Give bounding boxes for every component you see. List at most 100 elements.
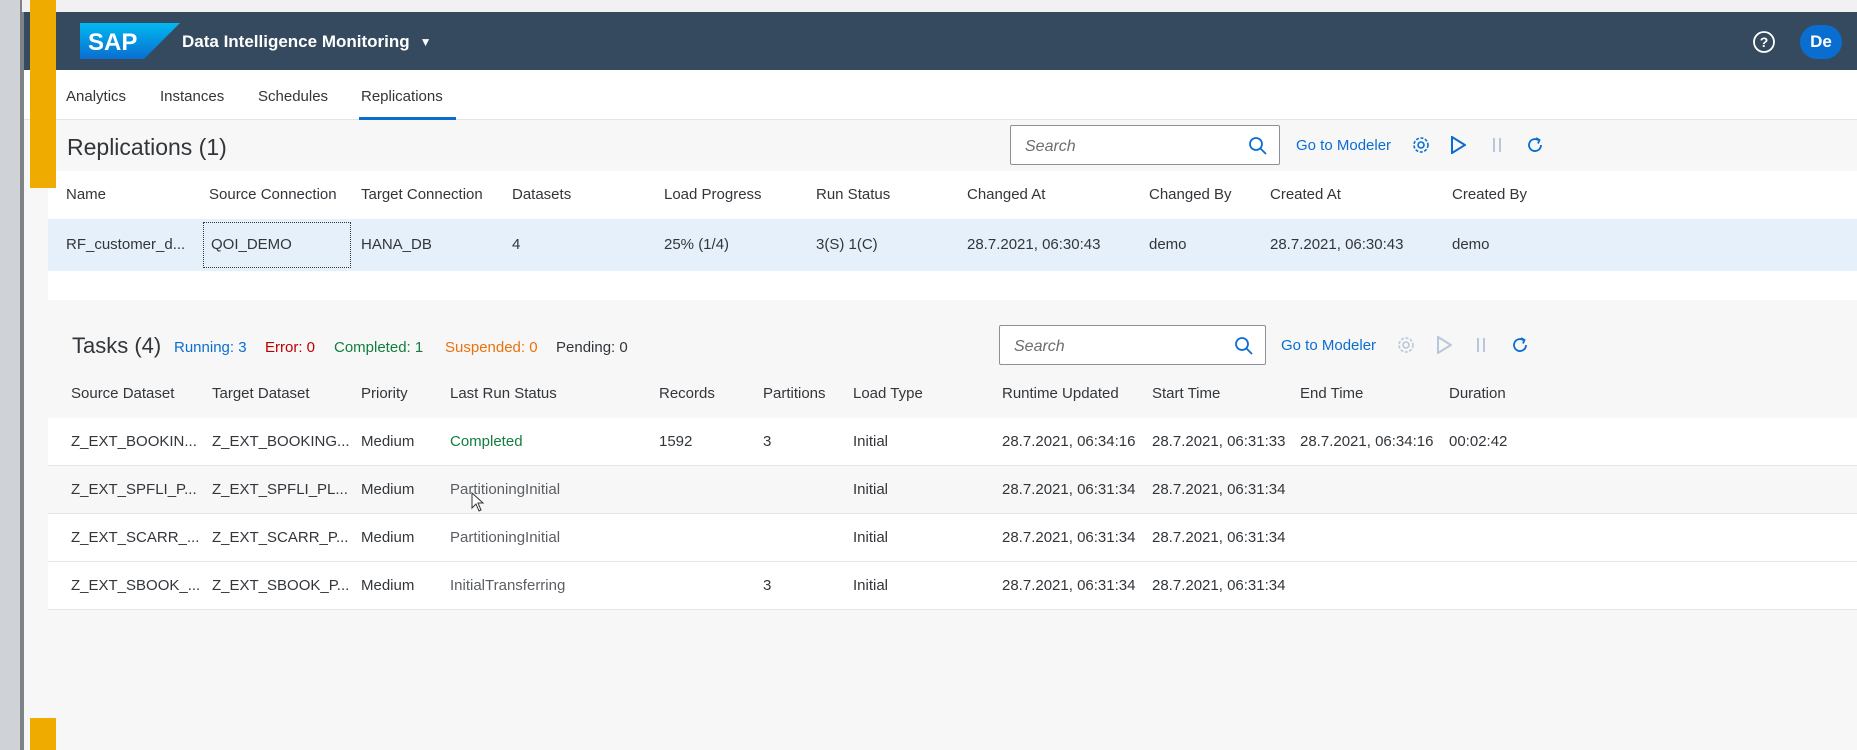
column-header[interactable]: Changed At bbox=[967, 186, 1045, 203]
column-header[interactable]: Source Dataset bbox=[71, 385, 174, 402]
column-header[interactable]: End Time bbox=[1300, 385, 1363, 402]
cell-records[interactable]: 1592 bbox=[659, 433, 692, 450]
cell-duration[interactable]: 00:02:42 bbox=[1449, 433, 1507, 450]
cell-last-run-status[interactable]: Completed bbox=[450, 433, 523, 450]
pause-icon[interactable] bbox=[1469, 333, 1493, 357]
cell-source-dataset[interactable]: Z_EXT_SPFLI_P... bbox=[71, 481, 197, 498]
cell-created-by[interactable]: demo bbox=[1452, 236, 1490, 253]
cell-changed-at[interactable]: 28.7.2021, 06:30:43 bbox=[967, 236, 1100, 253]
cell-source-dataset[interactable]: Z_EXT_SBOOK_... bbox=[71, 577, 200, 594]
settings-gear-icon[interactable] bbox=[1394, 333, 1418, 357]
cell-start-time[interactable]: 28.7.2021, 06:31:34 bbox=[1152, 577, 1285, 594]
column-header[interactable]: Source Connection bbox=[209, 186, 337, 203]
cell-datasets[interactable]: 4 bbox=[512, 236, 520, 253]
table-row[interactable]: Z_EXT_BOOKIN... Z_EXT_BOOKING... Medium … bbox=[48, 418, 1857, 466]
settings-gear-icon[interactable] bbox=[1409, 133, 1433, 157]
tasks-search-input[interactable]: Search bbox=[999, 325, 1266, 365]
column-header[interactable]: Load Progress bbox=[664, 186, 762, 203]
column-header[interactable]: Run Status bbox=[816, 186, 890, 203]
caret-down-icon: ▼ bbox=[419, 35, 432, 49]
cell-name[interactable]: RF_customer_d... bbox=[66, 236, 185, 253]
table-row[interactable]: Z_EXT_SBOOK_... Z_EXT_SBOOK_P... Medium … bbox=[48, 562, 1857, 610]
cell-created-at[interactable]: 28.7.2021, 06:30:43 bbox=[1270, 236, 1403, 253]
play-icon[interactable] bbox=[1432, 333, 1456, 357]
cell-load-type[interactable]: Initial bbox=[853, 577, 888, 594]
column-header[interactable]: Name bbox=[66, 186, 106, 203]
play-icon[interactable] bbox=[1446, 133, 1470, 157]
cell-target-dataset[interactable]: Z_EXT_BOOKING... bbox=[212, 433, 350, 450]
cell-target-dataset[interactable]: Z_EXT_SPFLI_PL... bbox=[212, 481, 348, 498]
cell-start-time[interactable]: 28.7.2021, 06:31:33 bbox=[1152, 433, 1285, 450]
sap-logo-text: SAP bbox=[88, 29, 137, 56]
help-icon[interactable]: ? bbox=[1751, 29, 1777, 55]
cell-last-run-status[interactable]: PartitioningInitial bbox=[450, 529, 560, 546]
cell-runtime-updated[interactable]: 28.7.2021, 06:31:34 bbox=[1002, 529, 1135, 546]
cell-start-time[interactable]: 28.7.2021, 06:31:34 bbox=[1152, 481, 1285, 498]
column-header[interactable]: Changed By bbox=[1149, 186, 1232, 203]
column-header[interactable]: Duration bbox=[1449, 385, 1506, 402]
cell-load-type[interactable]: Initial bbox=[853, 433, 888, 450]
column-header[interactable]: Priority bbox=[361, 385, 408, 402]
refresh-icon[interactable] bbox=[1523, 133, 1547, 157]
cell-target-connection[interactable]: HANA_DB bbox=[361, 236, 432, 253]
column-header[interactable]: Partitions bbox=[763, 385, 826, 402]
tab-schedules[interactable]: Schedules bbox=[258, 88, 328, 105]
cell-last-run-status[interactable]: PartitioningInitial bbox=[450, 481, 560, 498]
column-header[interactable]: Load Type bbox=[853, 385, 923, 402]
column-header[interactable]: Records bbox=[659, 385, 715, 402]
column-header[interactable]: Runtime Updated bbox=[1002, 385, 1119, 402]
tab-analytics[interactable]: Analytics bbox=[66, 88, 126, 105]
table-row[interactable]: RF_customer_d... QOI_DEMO HANA_DB 4 25% … bbox=[48, 219, 1857, 271]
cell-source-connection[interactable]: QOI_DEMO bbox=[203, 222, 351, 268]
pause-icon[interactable] bbox=[1485, 133, 1509, 157]
column-header[interactable]: Target Connection bbox=[361, 186, 483, 203]
table-row[interactable]: Z_EXT_SCARR_... Z_EXT_SCARR_P... Medium … bbox=[48, 514, 1857, 562]
cell-run-status[interactable]: 3(S) 1(C) bbox=[816, 236, 878, 253]
cell-runtime-updated[interactable]: 28.7.2021, 06:34:16 bbox=[1002, 433, 1135, 450]
status-running[interactable]: Running: 3 bbox=[174, 339, 247, 356]
tab-instances[interactable]: Instances bbox=[160, 88, 224, 105]
tasks-toolbar: Tasks (4) Running: 3 Error: 0 Completed:… bbox=[48, 320, 1857, 370]
sap-logo[interactable]: SAP bbox=[80, 23, 180, 59]
column-header[interactable]: Start Time bbox=[1152, 385, 1220, 402]
search-icon[interactable] bbox=[1247, 135, 1269, 157]
status-pending[interactable]: Pending: 0 bbox=[556, 339, 628, 356]
status-suspended[interactable]: Suspended: 0 bbox=[445, 339, 538, 356]
cell-start-time[interactable]: 28.7.2021, 06:31:34 bbox=[1152, 529, 1285, 546]
cell-last-run-status[interactable]: InitialTransferring bbox=[450, 577, 565, 594]
column-header[interactable]: Created By bbox=[1452, 186, 1527, 203]
page-frame-top bbox=[22, 0, 1857, 12]
cell-load-type[interactable]: Initial bbox=[853, 481, 888, 498]
column-header[interactable]: Last Run Status bbox=[450, 385, 557, 402]
app-title-menu[interactable]: Data Intelligence Monitoring ▼ bbox=[182, 32, 432, 52]
user-avatar[interactable]: De bbox=[1800, 25, 1842, 59]
cell-load-type[interactable]: Initial bbox=[853, 529, 888, 546]
cell-end-time[interactable]: 28.7.2021, 06:34:16 bbox=[1300, 433, 1433, 450]
table-row[interactable]: Z_EXT_SPFLI_P... Z_EXT_SPFLI_PL... Mediu… bbox=[48, 466, 1857, 514]
status-error[interactable]: Error: 0 bbox=[265, 339, 315, 356]
cell-priority[interactable]: Medium bbox=[361, 577, 414, 594]
replications-search-input[interactable]: Search bbox=[1010, 125, 1280, 165]
cell-load-progress[interactable]: 25% (1/4) bbox=[664, 236, 729, 253]
column-header[interactable]: Target Dataset bbox=[212, 385, 310, 402]
cell-target-dataset[interactable]: Z_EXT_SBOOK_P... bbox=[212, 577, 349, 594]
status-completed[interactable]: Completed: 1 bbox=[334, 339, 423, 356]
cell-target-dataset[interactable]: Z_EXT_SCARR_P... bbox=[212, 529, 348, 546]
column-header[interactable]: Datasets bbox=[512, 186, 571, 203]
cell-runtime-updated[interactable]: 28.7.2021, 06:31:34 bbox=[1002, 481, 1135, 498]
go-to-modeler-link[interactable]: Go to Modeler bbox=[1281, 337, 1376, 354]
cell-partitions[interactable]: 3 bbox=[763, 433, 771, 450]
cell-priority[interactable]: Medium bbox=[361, 529, 414, 546]
go-to-modeler-link[interactable]: Go to Modeler bbox=[1296, 137, 1391, 154]
cell-runtime-updated[interactable]: 28.7.2021, 06:31:34 bbox=[1002, 577, 1135, 594]
cell-changed-by[interactable]: demo bbox=[1149, 236, 1187, 253]
refresh-icon[interactable] bbox=[1508, 333, 1532, 357]
tab-replications[interactable]: Replications bbox=[361, 88, 443, 105]
column-header[interactable]: Created At bbox=[1270, 186, 1341, 203]
cell-source-dataset[interactable]: Z_EXT_SCARR_... bbox=[71, 529, 199, 546]
search-icon[interactable] bbox=[1233, 335, 1255, 357]
cell-priority[interactable]: Medium bbox=[361, 433, 414, 450]
cell-partitions[interactable]: 3 bbox=[763, 577, 771, 594]
cell-source-dataset[interactable]: Z_EXT_BOOKIN... bbox=[71, 433, 197, 450]
cell-priority[interactable]: Medium bbox=[361, 481, 414, 498]
